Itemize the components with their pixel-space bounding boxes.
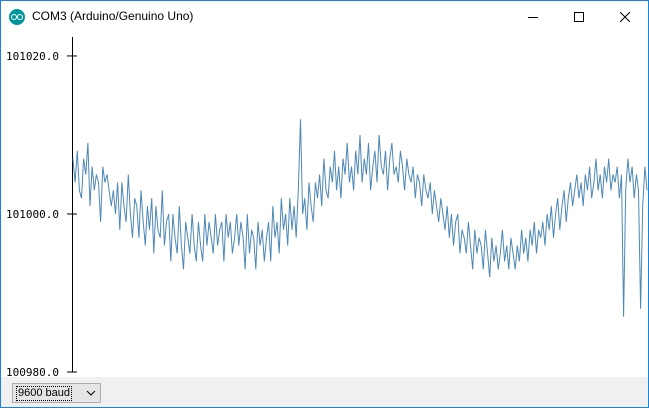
baud-rate-select[interactable]: 9600 baud — [12, 383, 101, 403]
y-tick-label: 101000.0 — [6, 208, 59, 221]
series-line — [72, 119, 648, 317]
serial-plot: 101020.0 101000.0 100980.0 — [6, 37, 648, 377]
close-icon — [620, 11, 630, 22]
maximize-icon — [574, 11, 584, 22]
y-tick-label: 100980.0 — [6, 366, 59, 377]
y-tick-label: 101020.0 — [6, 50, 59, 63]
minimize-button[interactable] — [510, 1, 556, 32]
window-title: COM3 (Arduino/Genuino Uno) — [32, 9, 194, 23]
close-button[interactable] — [602, 1, 648, 32]
plot-area: 101020.0 101000.0 100980.0 — [1, 32, 648, 377]
arduino-icon — [9, 9, 25, 25]
serial-plotter-window: COM3 (Arduino/Genuino Uno) 101020.0 10100… — [0, 0, 649, 408]
status-bar: 9600 baud — [1, 377, 648, 407]
baud-rate-value: 9600 baud — [16, 385, 72, 401]
chevron-down-icon — [86, 390, 96, 396]
minimize-icon — [528, 16, 538, 18]
maximize-button[interactable] — [556, 1, 602, 32]
title-bar[interactable]: COM3 (Arduino/Genuino Uno) — [1, 1, 648, 32]
